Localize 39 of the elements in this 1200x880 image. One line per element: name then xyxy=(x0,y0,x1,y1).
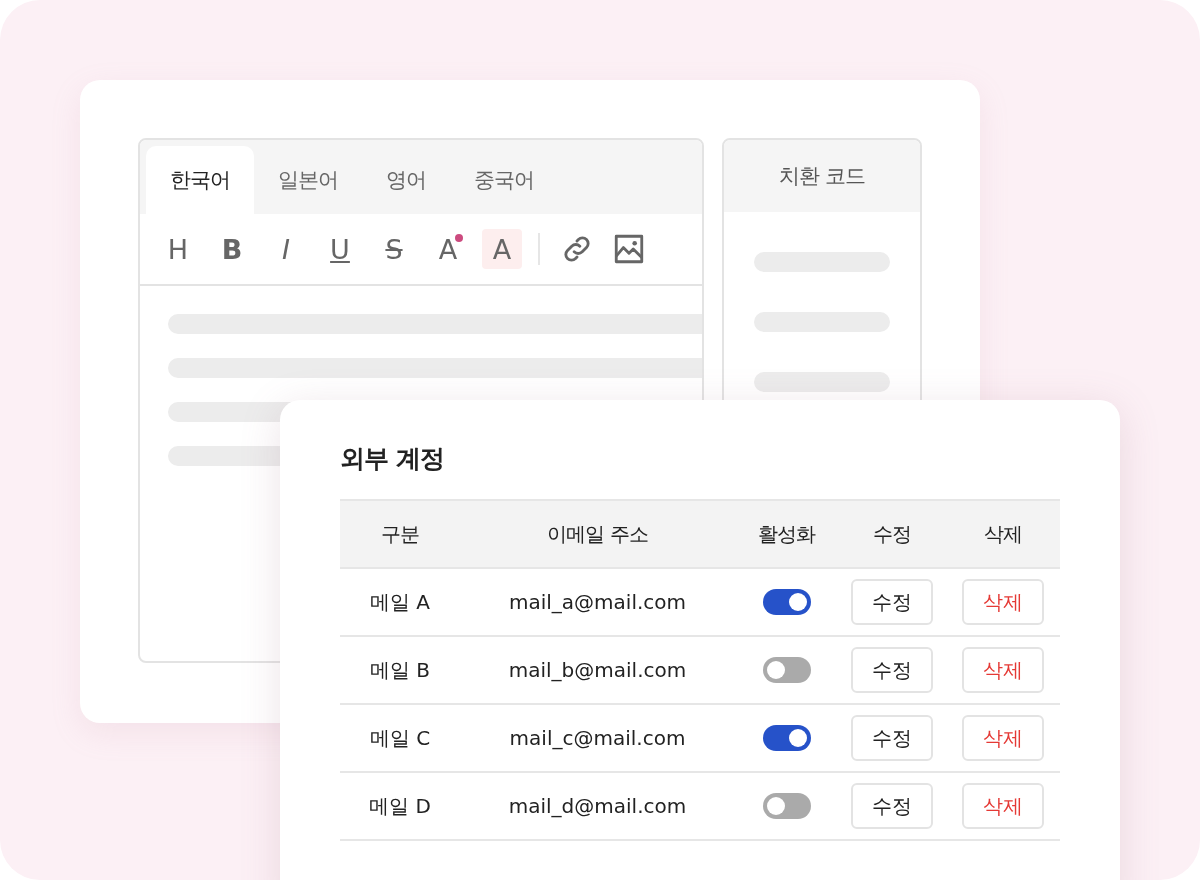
language-tab[interactable]: 영어 xyxy=(362,146,450,214)
language-tab[interactable]: 일본어 xyxy=(254,146,362,214)
font-color-button[interactable]: A xyxy=(428,229,468,269)
email-address: mail_d@mail.com xyxy=(507,794,688,818)
card-title: 외부 계정 xyxy=(340,443,445,475)
toggle-switch[interactable] xyxy=(762,793,811,819)
column-header: 수정 xyxy=(872,520,912,548)
format-button[interactable]: S xyxy=(374,229,414,269)
image-icon[interactable] xyxy=(612,232,646,266)
toggle-switch[interactable] xyxy=(762,657,811,683)
account-name: 메일 D xyxy=(368,792,432,820)
column-header: 이메일 주소 xyxy=(546,520,649,548)
delete-button[interactable]: 삭제 xyxy=(962,579,1044,625)
format-button[interactable]: A xyxy=(482,229,522,269)
edit-button[interactable]: 수정 xyxy=(851,579,933,625)
account-name: 메일 C xyxy=(368,724,432,752)
edit-button[interactable]: 수정 xyxy=(851,783,933,829)
column-header: 삭제 xyxy=(983,520,1023,548)
delete-button[interactable]: 삭제 xyxy=(962,783,1044,829)
format-button[interactable]: I xyxy=(266,229,306,269)
delete-button[interactable]: 삭제 xyxy=(962,647,1044,693)
edit-button[interactable]: 수정 xyxy=(851,647,933,693)
delete-button[interactable]: 삭제 xyxy=(962,715,1044,761)
edit-button[interactable]: 수정 xyxy=(851,715,933,761)
panel-title: 치환 코드 xyxy=(779,163,865,190)
format-button[interactable]: H xyxy=(158,229,198,269)
column-header: 구분 xyxy=(380,520,420,548)
toggle-switch[interactable] xyxy=(762,725,811,751)
email-address: mail_a@mail.com xyxy=(508,590,687,614)
language-tab[interactable]: 한국어 xyxy=(146,146,254,214)
column-header: 활성화 xyxy=(757,520,817,548)
email-address: mail_c@mail.com xyxy=(508,726,687,750)
account-name: 메일 A xyxy=(368,588,431,616)
language-tab[interactable]: 중국어 xyxy=(450,146,558,214)
email-address: mail_b@mail.com xyxy=(507,658,688,682)
toggle-switch[interactable] xyxy=(762,589,811,615)
format-button[interactable]: U xyxy=(320,229,360,269)
format-button[interactable]: B xyxy=(212,229,252,269)
account-name: 메일 B xyxy=(368,656,432,684)
